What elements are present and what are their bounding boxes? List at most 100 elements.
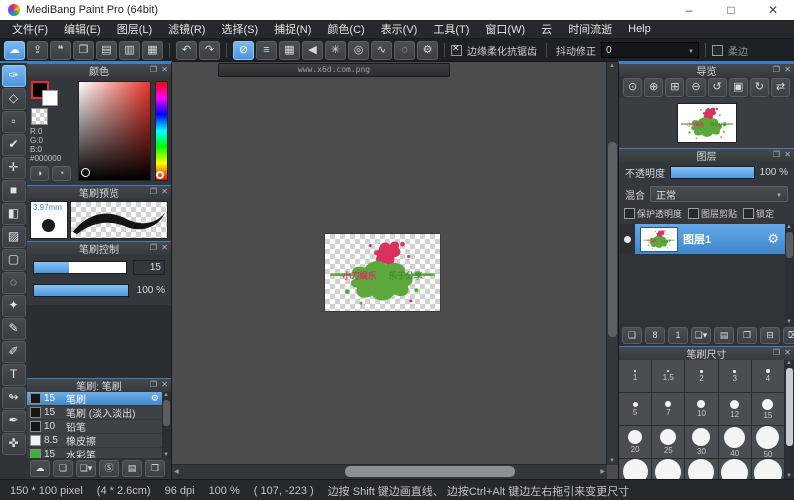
brush-size-option[interactable]: 2	[685, 360, 717, 392]
brush-size-option[interactable]	[619, 459, 651, 479]
add-8bit-layer-icon[interactable]: 8	[645, 327, 665, 344]
canvas-area[interactable]: www.x6d.com.png	[172, 61, 618, 479]
bucket-tool[interactable]: ◧	[2, 203, 26, 225]
popout-icon[interactable]	[773, 65, 780, 74]
menu-item[interactable]: 表示(V)	[373, 21, 426, 37]
select-tool[interactable]: ▢	[2, 249, 26, 271]
menu-item[interactable]: 捕捉(N)	[266, 21, 319, 37]
add-brush-menu-icon[interactable]: ❏▾	[76, 460, 96, 477]
brush-list-item[interactable]: 8.5 橡皮擦	[27, 434, 162, 448]
merge-layer-icon[interactable]: ⊟	[760, 327, 780, 344]
brush-size-option[interactable]: 10	[685, 393, 717, 425]
close-icon[interactable]	[161, 243, 168, 252]
popout-icon[interactable]	[150, 65, 157, 74]
layer-folder-icon[interactable]: ▤	[714, 327, 734, 344]
eyedropper-tool[interactable]: ✜	[2, 433, 26, 455]
hue-cursor[interactable]	[156, 171, 164, 179]
color-bar-button[interactable]: ◔	[52, 166, 71, 181]
fill-tool[interactable]: ■	[2, 180, 26, 202]
close-icon[interactable]	[161, 187, 168, 196]
popout-icon[interactable]	[773, 150, 780, 159]
snap-radial-icon[interactable]: ✳	[325, 41, 346, 60]
layer-opacity-slider[interactable]	[670, 166, 755, 179]
zoom-reset-icon[interactable]: ⊙	[623, 78, 642, 97]
brush-size-option[interactable]	[685, 459, 717, 479]
close-icon[interactable]	[784, 150, 791, 159]
menu-item[interactable]: 窗口(W)	[477, 21, 533, 37]
select-eraser-tool[interactable]: ✐	[2, 341, 26, 363]
scroll-right-icon[interactable]	[600, 468, 605, 475]
menu-item[interactable]: 颜色(C)	[319, 21, 372, 37]
divide-tool[interactable]: ✒	[2, 410, 26, 432]
snap-grid-icon[interactable]: ▦	[279, 41, 300, 60]
comment-icon[interactable]: ❝	[50, 41, 71, 60]
add-brush-icon[interactable]: ❏	[53, 460, 73, 477]
brush-tool[interactable]: ✑	[2, 65, 26, 87]
brush-size-option[interactable]	[652, 459, 684, 479]
close-button[interactable]: ✕	[752, 0, 794, 20]
redo-icon[interactable]: ↷	[199, 41, 220, 60]
gear-icon[interactable]	[151, 393, 159, 404]
menu-item[interactable]: Help	[620, 23, 659, 35]
layer-option[interactable]: 保护透明度	[624, 207, 682, 220]
snap-curve-icon[interactable]: ∿	[371, 41, 392, 60]
scroll-down-icon[interactable]	[609, 458, 615, 464]
snap-settings-icon[interactable]: ⚙	[417, 41, 438, 60]
snap-ellipse-icon[interactable]: ◌	[394, 41, 415, 60]
menu-item[interactable]: 工具(T)	[425, 21, 477, 37]
menu-item[interactable]: 云	[533, 21, 560, 37]
brush-size-option[interactable]: 20	[619, 426, 651, 458]
checkbox-icon[interactable]	[624, 208, 635, 219]
zoom-out-icon[interactable]: ⊖	[686, 78, 705, 97]
sv-cursor[interactable]	[81, 168, 90, 177]
menu-item[interactable]: 文件(F)	[4, 21, 56, 37]
canvas-vertical-scrollbar[interactable]	[606, 62, 618, 465]
rotate-ccw-icon[interactable]: ↺	[708, 78, 727, 97]
layer-option[interactable]: 锁定	[743, 207, 774, 220]
lasso-tool[interactable]: ◌	[2, 272, 26, 294]
gear-icon[interactable]	[767, 231, 779, 247]
vertical-scroll-thumb[interactable]	[608, 142, 617, 337]
cloud-icon[interactable]: ☁	[4, 41, 25, 60]
maximize-button[interactable]: □	[710, 0, 752, 20]
menu-item[interactable]: 时间流逝	[560, 21, 620, 37]
brush-size-option[interactable]: 12	[719, 393, 751, 425]
operation-tool[interactable]: ↬	[2, 387, 26, 409]
color-wheel-button[interactable]: ◑	[30, 166, 49, 181]
minimize-button[interactable]: –	[668, 0, 710, 20]
menu-item[interactable]: 滤镜(R)	[160, 21, 213, 37]
material-panel-icon[interactable]: ▥	[119, 41, 140, 60]
brush-size-option[interactable]: 1.5	[652, 360, 684, 392]
layer-row[interactable]: 图层1	[619, 224, 785, 254]
layer-option[interactable]: 图层剪贴	[688, 207, 737, 220]
blend-mode-select[interactable]: 正常	[650, 186, 788, 202]
brush-size-option[interactable]: 15	[752, 393, 784, 425]
artboard[interactable]	[325, 234, 440, 311]
publish-icon[interactable]: ⇪	[27, 41, 48, 60]
scroll-left-icon[interactable]	[174, 468, 179, 475]
add-layer-menu-icon[interactable]: ❏▾	[691, 327, 711, 344]
popout-icon[interactable]	[150, 187, 157, 196]
add-layer-icon[interactable]: ❏	[622, 327, 642, 344]
gradient-tool[interactable]: ▨	[2, 226, 26, 248]
checkbox-icon[interactable]	[743, 208, 754, 219]
scroll-up-icon[interactable]	[609, 63, 615, 69]
fit-window-icon[interactable]: ⊞	[665, 78, 684, 97]
popout-icon[interactable]	[150, 380, 157, 389]
snap-concentric-icon[interactable]: ◎	[348, 41, 369, 60]
brush-size-option[interactable]: 5	[619, 393, 651, 425]
brush-size-option[interactable]: 1	[619, 360, 651, 392]
antialias-checkbox[interactable]	[451, 45, 462, 56]
menu-item[interactable]: 选择(S)	[213, 21, 266, 37]
dot-tool[interactable]: ▫	[2, 111, 26, 133]
close-icon[interactable]	[784, 348, 791, 357]
brush-list-scrollbar[interactable]	[162, 392, 171, 458]
document-icon[interactable]: ▤	[96, 41, 117, 60]
snap-parallel-icon[interactable]: ≡	[256, 41, 277, 60]
soft-edge-checkbox[interactable]	[712, 45, 723, 56]
brush-size-option[interactable]: 30	[685, 426, 717, 458]
brush-list-item[interactable]: 15 水彩笔	[27, 448, 162, 458]
brush-size-option[interactable]	[719, 459, 751, 479]
brush-size-scrollbar[interactable]	[785, 360, 794, 479]
cloud-brush-icon[interactable]: ☁	[30, 460, 50, 477]
